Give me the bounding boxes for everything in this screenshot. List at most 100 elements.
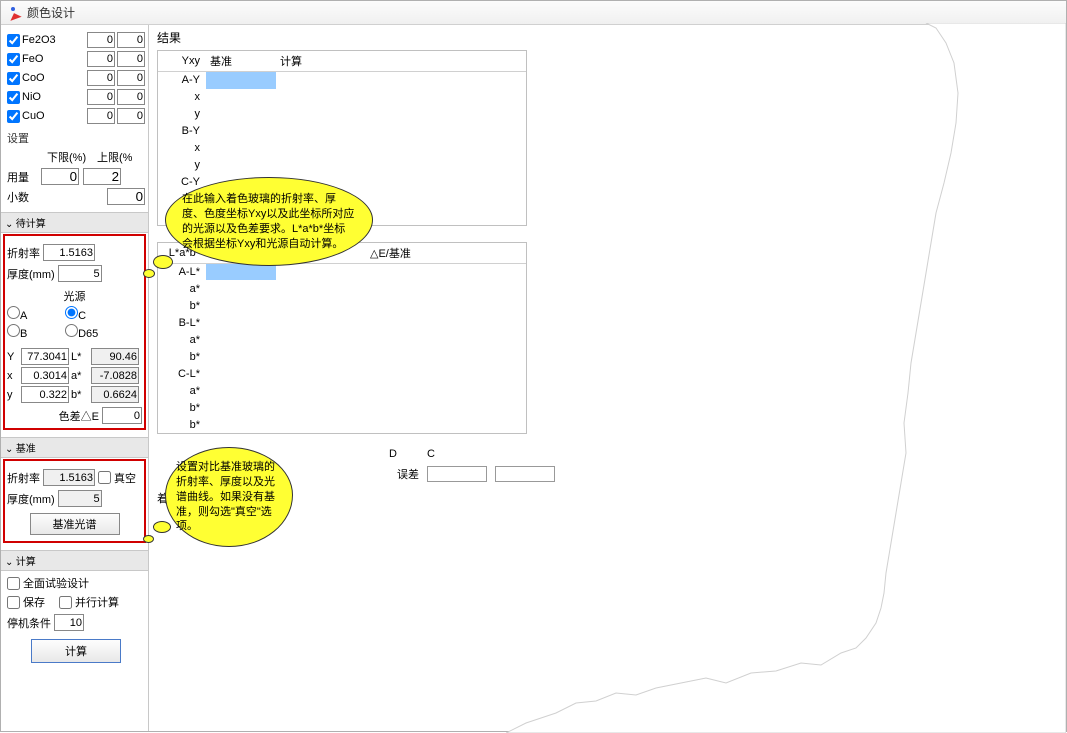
dE-input[interactable] [102,407,142,424]
Y-input[interactable] [21,348,69,365]
calc-section: 全面试验设计 保存 并行计算 停机条件 计算 [7,572,145,671]
lab-row: a* [158,331,206,348]
parallel-label: 并行计算 [75,594,119,610]
lab-row: B-L* [158,314,206,331]
lab-table: L*a*b* 基准 计算 △E/基准 A-L* a* b* B-L* a* b*… [157,242,527,435]
save-checkbox[interactable] [7,596,20,609]
results-title: 结果 [157,29,1062,46]
lab-row: b* [158,399,206,416]
yxy-row: B-Y [158,123,206,140]
chem-label: CoO [22,72,85,84]
x-input[interactable] [21,367,69,384]
yxy-col1: 基准 [206,51,276,72]
lower-limit-label: 下限(%) [47,149,95,165]
thickness-label: 厚度(mm) [7,266,55,282]
y-input[interactable] [21,386,69,403]
stop-label: 停机条件 [7,615,51,631]
callout-tail-icon [143,535,154,543]
chem-upper-fe2o3[interactable] [117,32,145,48]
chem-lower-nio[interactable] [87,89,115,105]
L-output [91,348,139,365]
refidx-input[interactable] [43,244,95,261]
yxy-col2: 计算 [276,51,526,72]
group-label: 待计算 [16,219,46,230]
chem-upper-nio[interactable] [117,89,145,105]
Y-label: Y [7,351,19,363]
calculate-button[interactable]: 计算 [31,639,121,663]
radio-b[interactable]: B [7,324,62,340]
b-output [91,386,139,403]
save-label: 保存 [23,594,45,610]
radio-d65[interactable]: D65 [65,324,120,340]
decimals-input[interactable] [107,188,145,205]
group-reference[interactable]: ⌄ 基准 [1,437,148,458]
chem-label: CuO [22,110,85,122]
x-label: x [7,370,19,382]
caret-icon: ⌄ [5,219,13,230]
radio-c[interactable]: C [65,306,120,322]
chem-checkbox-fe2o3[interactable] [7,34,20,47]
chem-row-fe2o3: Fe2O3 [7,31,145,49]
chem-upper-coo[interactable] [117,70,145,86]
chem-lower-cuo[interactable] [87,108,115,124]
decimals-label: 小数 [7,189,37,205]
ref-spectrum-button[interactable]: 基准光谱 [30,513,120,535]
qty-row: 用量 [7,168,145,185]
highlight-pending-calc: 折射率 厚度(mm) 光源 A B C D65 [3,234,146,430]
ref-thickness-label: 厚度(mm) [7,491,55,507]
group-label: 计算 [16,557,36,568]
qty-upper-input[interactable] [83,168,121,185]
chem-row-feo: FeO [7,50,145,68]
titlebar: 颜色设计 [1,1,1066,25]
chem-upper-cuo[interactable] [117,108,145,124]
chem-lower-coo[interactable] [87,70,115,86]
a-output [91,367,139,384]
main-panel: 结果 Yxy 基准 计算 A-Y x y B-Y x y C-Y x [149,25,1066,731]
qty-label: 用量 [7,169,37,185]
full-design-checkbox[interactable] [7,577,20,590]
chem-checkbox-feo[interactable] [7,53,20,66]
b-label: b* [71,389,89,401]
chem-checkbox-coo[interactable] [7,72,20,85]
light-source-label: 光源 [7,288,142,304]
yxy-row: y [158,106,206,123]
yxy-row: x [158,89,206,106]
chem-lower-feo[interactable] [87,51,115,67]
chem-checkbox-cuo[interactable] [7,110,20,123]
callout-tail-icon [143,269,155,278]
chem-checkbox-nio[interactable] [7,91,20,104]
ref-refidx-label: 折射率 [7,470,40,486]
chem-row-cuo: CuO [7,107,145,125]
highlight-reference: 折射率 真空 厚度(mm) 基准光谱 [3,459,146,543]
yxy-row: A-Y [158,72,206,89]
sidebar: Fe2O3 FeO CoO NiO [1,25,149,731]
chem-lower-fe2o3[interactable] [87,32,115,48]
thickness-input[interactable] [58,265,102,282]
limits-header: 下限(%) 上限(% [7,149,145,165]
yxy-row: y [158,157,206,174]
callout-tail-icon [153,255,173,269]
lab-row: a* [158,280,206,297]
group-pending-calc[interactable]: ⌄ 待计算 [1,212,148,233]
radio-a[interactable]: A [7,306,62,322]
group-label: 基准 [16,444,36,455]
settings-label: 设置 [7,130,145,146]
yxy-cell-selected[interactable] [206,72,276,89]
chem-label: Fe2O3 [22,34,85,46]
window-title: 颜色设计 [27,4,75,21]
stop-input[interactable] [54,614,84,631]
full-design-label: 全面试验设计 [23,575,89,591]
lab-row: a* [158,382,206,399]
error-d-box [427,466,487,482]
qty-lower-input[interactable] [41,168,79,185]
yxy-row: x [158,140,206,157]
vacuum-checkbox[interactable] [98,471,111,484]
parallel-checkbox[interactable] [59,596,72,609]
dE-label: 色差△E [59,408,99,424]
vacuum-label: 真空 [114,470,136,486]
caret-icon: ⌄ [5,557,13,568]
chem-upper-feo[interactable] [117,51,145,67]
chem-label: NiO [22,91,85,103]
a-label: a* [71,370,89,382]
group-compute[interactable]: ⌄ 计算 [1,550,148,571]
